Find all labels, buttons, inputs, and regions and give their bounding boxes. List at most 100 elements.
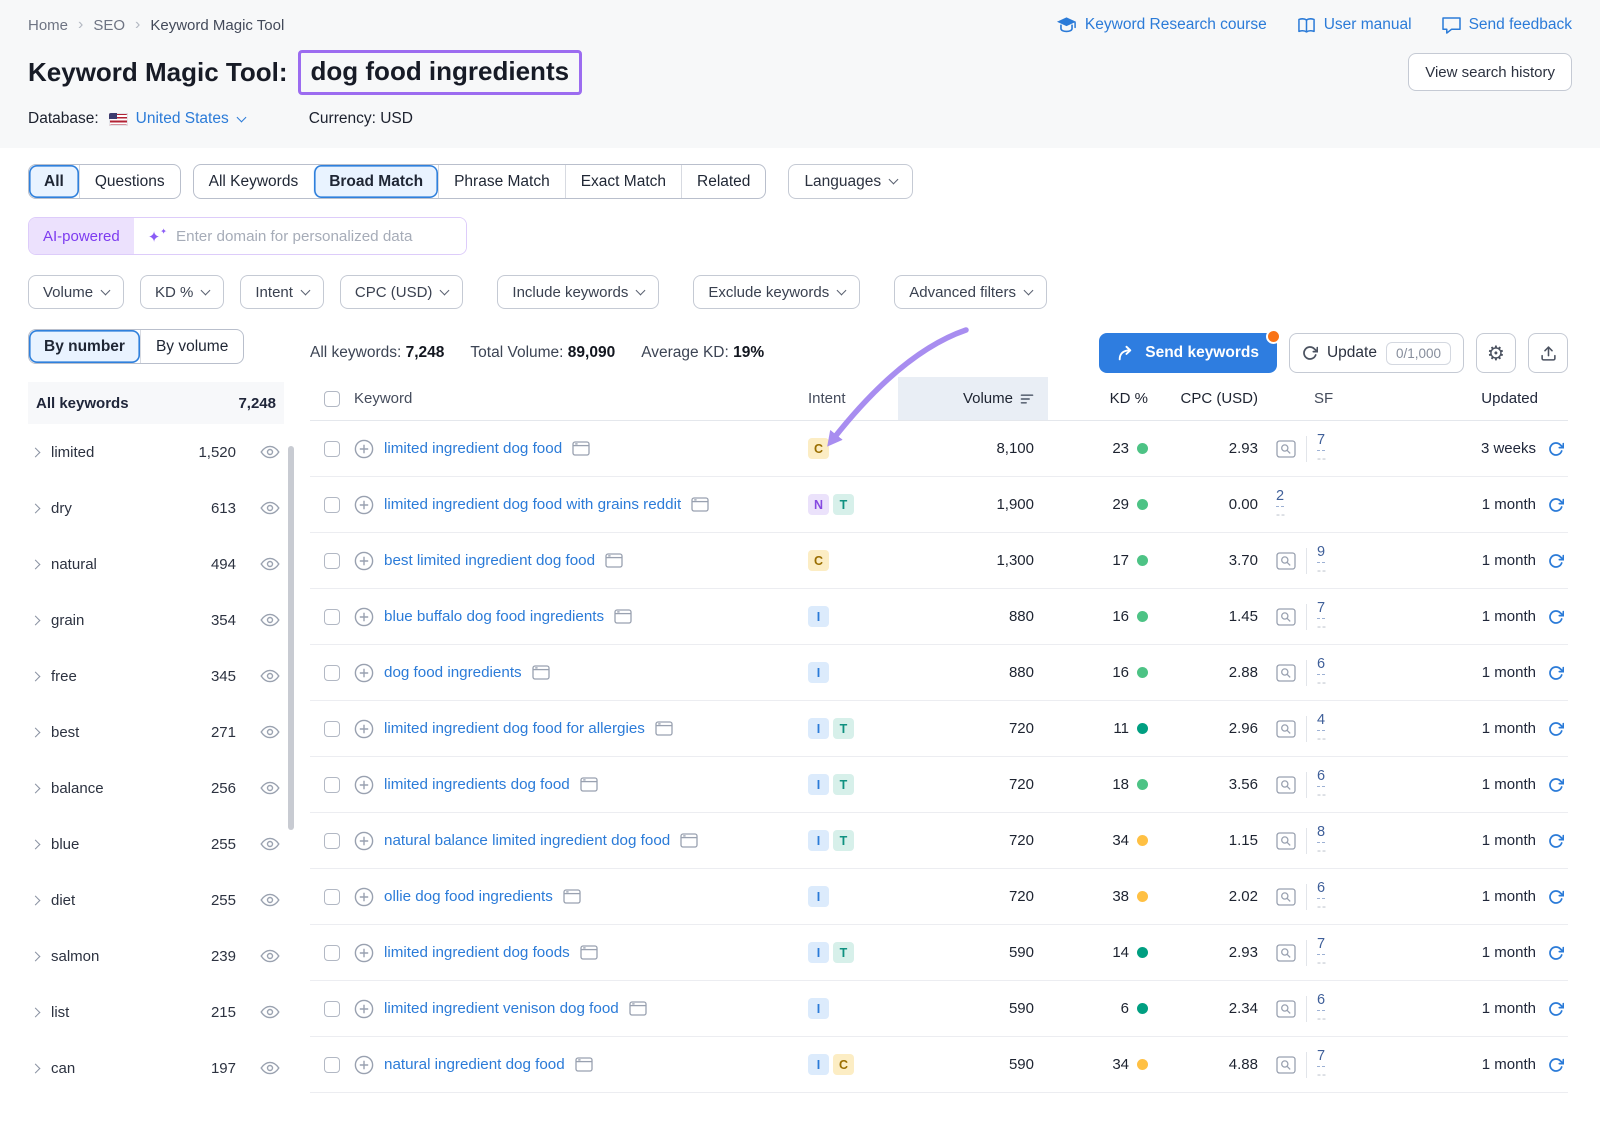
add-keyword-icon[interactable] xyxy=(354,1055,374,1075)
serp-icon[interactable] xyxy=(629,1001,647,1016)
eye-icon[interactable] xyxy=(260,557,280,571)
sidebar-toggle-by-volume[interactable]: By volume xyxy=(140,330,243,363)
sidebar-group-salmon[interactable]: salmon239 xyxy=(28,928,284,984)
keyword-link[interactable]: limited ingredient dog food with grains … xyxy=(384,496,681,513)
sf-link[interactable]: 6 xyxy=(1317,656,1325,674)
sf-link[interactable]: 7 xyxy=(1317,432,1325,450)
refresh-icon[interactable] xyxy=(1548,945,1564,961)
expand-icon[interactable] xyxy=(31,671,41,681)
serp-icon[interactable] xyxy=(563,889,581,904)
refresh-icon[interactable] xyxy=(1548,833,1564,849)
serp-preview-icon[interactable] xyxy=(1276,664,1296,682)
keyword-link[interactable]: limited ingredient dog foods xyxy=(384,944,570,961)
row-checkbox[interactable] xyxy=(324,833,340,849)
keyword-link[interactable]: limited ingredient dog food for allergie… xyxy=(384,720,645,737)
domain-input[interactable] xyxy=(176,228,452,245)
row-checkbox[interactable] xyxy=(324,441,340,457)
tab-broad-match[interactable]: Broad Match xyxy=(313,165,438,198)
serp-preview-icon[interactable] xyxy=(1276,720,1296,738)
sidebar-group-list[interactable]: list215 xyxy=(28,984,284,1040)
sf-link[interactable]: 9 xyxy=(1317,544,1325,562)
sf-link[interactable]: 6 xyxy=(1317,992,1325,1010)
serp-preview-icon[interactable] xyxy=(1276,776,1296,794)
serp-icon[interactable] xyxy=(532,665,550,680)
serp-icon[interactable] xyxy=(605,553,623,568)
filter-kd[interactable]: KD % xyxy=(140,275,224,309)
expand-icon[interactable] xyxy=(31,727,41,737)
sf-link[interactable]: 8 xyxy=(1317,824,1325,842)
sf-link[interactable]: 6 xyxy=(1317,880,1325,898)
sf-link[interactable]: 6 xyxy=(1317,768,1325,786)
export-button[interactable] xyxy=(1528,333,1568,373)
serp-preview-icon[interactable] xyxy=(1276,608,1296,626)
row-checkbox[interactable] xyxy=(324,945,340,961)
expand-icon[interactable] xyxy=(31,447,41,457)
filter-advanced-filters[interactable]: Advanced filters xyxy=(894,275,1047,309)
tab-all-keywords[interactable]: All Keywords xyxy=(194,165,314,198)
row-checkbox[interactable] xyxy=(324,497,340,513)
serp-preview-icon[interactable] xyxy=(1276,888,1296,906)
row-checkbox[interactable] xyxy=(324,1001,340,1017)
row-checkbox[interactable] xyxy=(324,553,340,569)
row-checkbox[interactable] xyxy=(324,889,340,905)
add-keyword-icon[interactable] xyxy=(354,719,374,739)
sf-link[interactable]: 7 xyxy=(1317,600,1325,618)
serp-preview-icon[interactable] xyxy=(1276,1056,1296,1074)
view-search-history-button[interactable]: View search history xyxy=(1408,53,1572,91)
serp-icon[interactable] xyxy=(691,497,709,512)
add-keyword-icon[interactable] xyxy=(354,887,374,907)
row-checkbox[interactable] xyxy=(324,665,340,681)
keyword-link[interactable]: blue buffalo dog food ingredients xyxy=(384,608,604,625)
sidebar-group-diet[interactable]: diet255 xyxy=(28,872,284,928)
database-selector[interactable]: United States xyxy=(136,110,245,128)
serp-icon[interactable] xyxy=(580,945,598,960)
eye-icon[interactable] xyxy=(260,1061,280,1075)
sidebar-scrollbar[interactable] xyxy=(288,446,294,830)
send-keywords-button[interactable]: Send keywords xyxy=(1099,333,1277,373)
eye-icon[interactable] xyxy=(260,669,280,683)
filter-volume[interactable]: Volume xyxy=(28,275,124,309)
column-header-sf[interactable]: SF xyxy=(1268,377,1398,420)
tab-all[interactable]: All xyxy=(29,165,79,198)
eye-icon[interactable] xyxy=(260,501,280,515)
column-header-keyword[interactable]: Keyword xyxy=(354,377,808,420)
add-keyword-icon[interactable] xyxy=(354,439,374,459)
add-keyword-icon[interactable] xyxy=(354,831,374,851)
serp-preview-icon[interactable] xyxy=(1276,440,1296,458)
add-keyword-icon[interactable] xyxy=(354,999,374,1019)
column-header-volume[interactable]: Volume xyxy=(898,377,1048,420)
serp-preview-icon[interactable] xyxy=(1276,552,1296,570)
expand-icon[interactable] xyxy=(31,559,41,569)
add-keyword-icon[interactable] xyxy=(354,495,374,515)
user-manual-link[interactable]: User manual xyxy=(1297,16,1412,34)
tab-exact-match[interactable]: Exact Match xyxy=(565,165,681,198)
eye-icon[interactable] xyxy=(260,781,280,795)
expand-icon[interactable] xyxy=(31,615,41,625)
keyword-link[interactable]: limited ingredient dog food xyxy=(384,440,562,457)
add-keyword-icon[interactable] xyxy=(354,551,374,571)
refresh-icon[interactable] xyxy=(1548,889,1564,905)
sf-link[interactable]: 7 xyxy=(1317,1048,1325,1066)
breadcrumb-home[interactable]: Home xyxy=(28,17,68,34)
add-keyword-icon[interactable] xyxy=(354,607,374,627)
expand-icon[interactable] xyxy=(31,1007,41,1017)
serp-icon[interactable] xyxy=(655,721,673,736)
expand-icon[interactable] xyxy=(31,951,41,961)
refresh-icon[interactable] xyxy=(1548,665,1564,681)
sidebar-toggle-by-number[interactable]: By number xyxy=(29,330,140,363)
sidebar-group-blue[interactable]: blue255 xyxy=(28,816,284,872)
add-keyword-icon[interactable] xyxy=(354,663,374,683)
column-header-cpc[interactable]: CPC (USD) xyxy=(1158,377,1268,420)
add-keyword-icon[interactable] xyxy=(354,943,374,963)
keyword-research-course-link[interactable]: Keyword Research course xyxy=(1056,16,1267,34)
refresh-icon[interactable] xyxy=(1548,721,1564,737)
breadcrumb-keyword-magic-tool[interactable]: Keyword Magic Tool xyxy=(150,17,284,34)
sidebar-group-natural[interactable]: natural494 xyxy=(28,536,284,592)
column-header-kd[interactable]: KD % xyxy=(1048,377,1158,420)
keyword-link[interactable]: best limited ingredient dog food xyxy=(384,552,595,569)
filter-include-keywords[interactable]: Include keywords xyxy=(497,275,659,309)
filter-intent[interactable]: Intent xyxy=(240,275,324,309)
refresh-icon[interactable] xyxy=(1548,441,1564,457)
select-all-checkbox[interactable] xyxy=(324,391,340,407)
settings-button[interactable]: ⚙ xyxy=(1476,333,1516,373)
